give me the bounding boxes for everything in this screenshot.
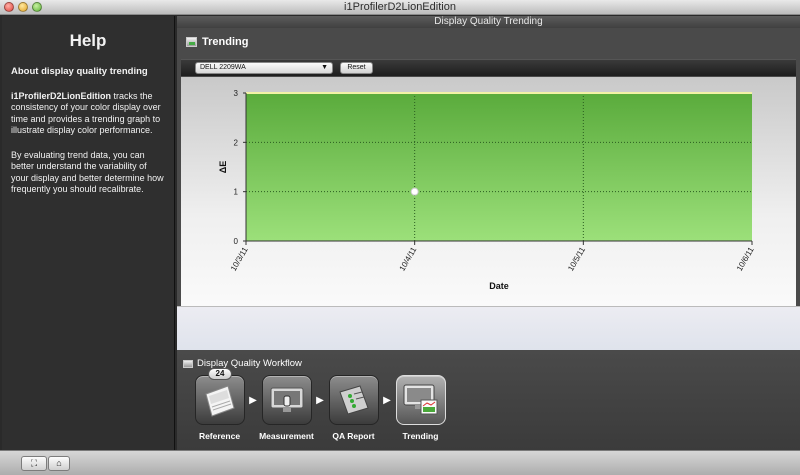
qa-report-icon[interactable] bbox=[328, 375, 379, 425]
fullscreen-button[interactable]: ⛶ bbox=[21, 456, 47, 471]
trending-toolbar: DELL 2209WA ▼ Reset bbox=[181, 59, 796, 76]
help-paragraph-1: i1ProfilerD2LionEdition tracks the consi… bbox=[11, 91, 166, 136]
workflow-step-measurement[interactable]: Measurement bbox=[259, 375, 314, 441]
home-button[interactable]: ⌂ bbox=[48, 456, 70, 471]
reset-button[interactable]: Reset bbox=[340, 62, 373, 74]
monitor-measurement-icon[interactable] bbox=[261, 375, 312, 425]
chart-area-fill bbox=[246, 93, 752, 241]
empty-band bbox=[177, 306, 800, 350]
x-tick-label: 10/6/11 bbox=[735, 245, 756, 273]
step-label: QA Report bbox=[332, 431, 375, 441]
trending-panel: Display Quality Trending Trending DELL 2… bbox=[177, 16, 800, 306]
step-label: Trending bbox=[402, 431, 439, 441]
display-select-value: DELL 2209WA bbox=[200, 64, 246, 71]
help-panel: Help About display quality trending i1Pr… bbox=[2, 16, 175, 450]
workflow-icon bbox=[183, 359, 193, 368]
y-axis-label: ΔE bbox=[218, 161, 228, 173]
workflow-title: Display Quality Workflow bbox=[183, 358, 302, 369]
trending-title-text: Trending bbox=[202, 36, 249, 48]
window-titlebar: i1ProfilerD2LionEdition bbox=[0, 0, 800, 15]
help-title: Help bbox=[69, 31, 107, 50]
workflow-steps: 24 Reference ▶ Measurement ▶ QA Report ▶… bbox=[193, 368, 447, 441]
home-icon: ⌂ bbox=[56, 458, 62, 468]
workflow-step-qa-report[interactable]: QA Report bbox=[327, 375, 380, 441]
data-point bbox=[410, 187, 419, 196]
chevron-right-icon: ▶ bbox=[383, 395, 391, 406]
help-app-name: i1ProfilerD2LionEdition bbox=[11, 91, 112, 101]
reference-document-icon[interactable] bbox=[194, 375, 245, 425]
chevron-right-icon: ▶ bbox=[316, 395, 324, 406]
trending-icon bbox=[186, 37, 197, 47]
fullscreen-icon: ⛶ bbox=[30, 458, 38, 468]
y-tick-label: 0 bbox=[234, 237, 239, 246]
x-tick-label: 10/3/11 bbox=[229, 245, 250, 273]
x-tick-label: 10/5/11 bbox=[566, 245, 587, 273]
trending-monitor-icon[interactable] bbox=[395, 375, 446, 425]
step-label: Measurement bbox=[259, 431, 314, 441]
x-axis-label: Date bbox=[489, 281, 509, 291]
trend-chart-svg: 0 1 2 3 10/3/11 10/4/11 10/5/11 10/6/11 Date ΔE bbox=[218, 89, 756, 291]
help-paragraph-2: By evaluating trend data, you can better… bbox=[11, 150, 164, 195]
y-tick-label: 1 bbox=[234, 188, 239, 197]
y-tick-label: 2 bbox=[234, 138, 239, 147]
window-title: i1ProfilerD2LionEdition bbox=[344, 1, 456, 13]
workflow-panel: Display Quality Workflow 24 Reference ▶ … bbox=[177, 350, 800, 450]
workflow-step-trending[interactable]: Trending bbox=[394, 375, 447, 441]
x-tick-label: 10/4/11 bbox=[398, 245, 419, 273]
chevron-right-icon: ▶ bbox=[249, 395, 257, 406]
help-subhead: About display quality trending bbox=[11, 66, 148, 77]
trending-section-title: Trending bbox=[186, 36, 248, 48]
display-select[interactable]: DELL 2209WA ▼ bbox=[195, 62, 333, 74]
chevron-down-icon: ▼ bbox=[321, 64, 328, 71]
y-tick-label: 3 bbox=[234, 89, 239, 98]
panel-header: Display Quality Trending bbox=[177, 16, 800, 28]
step-label: Reference bbox=[198, 431, 241, 441]
workflow-step-reference[interactable]: 24 Reference bbox=[193, 368, 246, 441]
trend-chart: 0 1 2 3 10/3/11 10/4/11 10/5/11 10/6/11 Date ΔE bbox=[181, 77, 796, 306]
bottom-bar: ⛶ ⌂ bbox=[0, 450, 800, 475]
reference-count-badge: 24 bbox=[208, 368, 232, 380]
